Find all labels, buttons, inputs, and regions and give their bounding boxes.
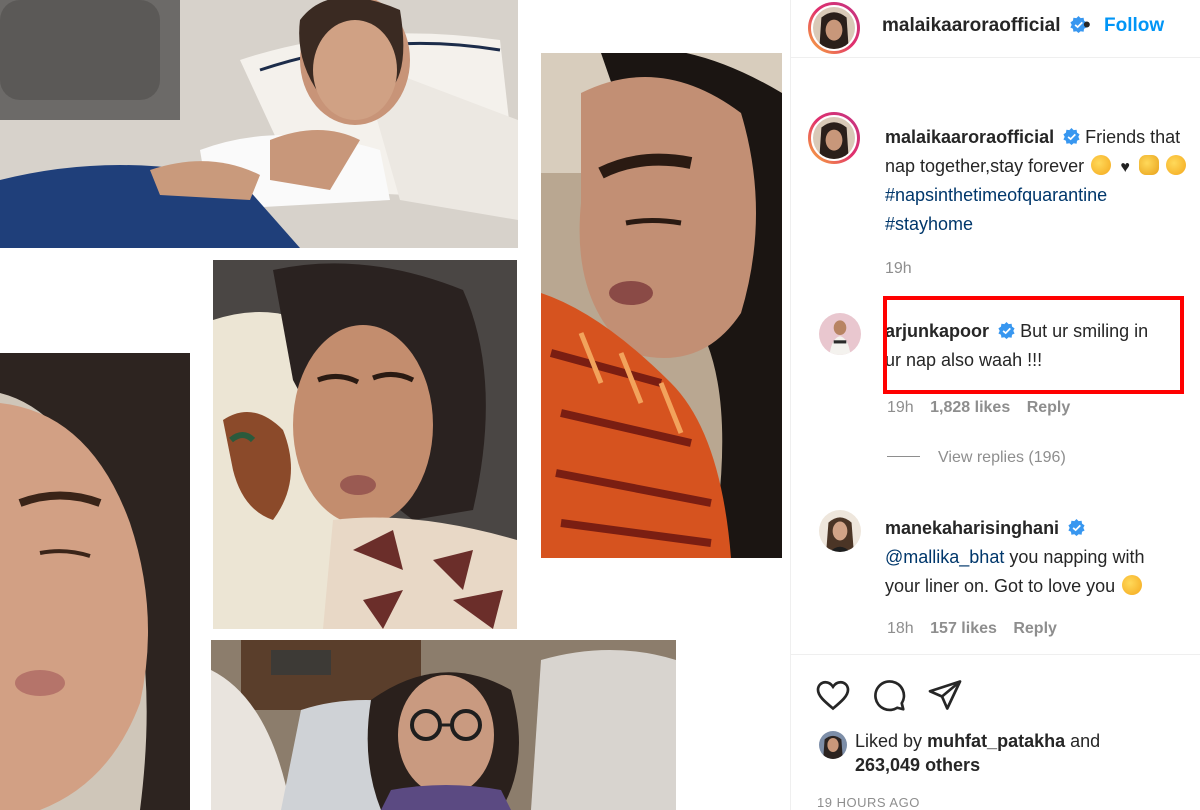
comment-timestamp: 18h xyxy=(887,620,914,637)
comment-line-1: you napping with xyxy=(1009,547,1145,567)
avatar-image xyxy=(813,7,855,49)
hashtag-link[interactable]: #napsinthetimeofquarantine xyxy=(885,181,1200,210)
author-avatar[interactable] xyxy=(808,2,860,54)
share-icon xyxy=(928,680,962,710)
view-replies-button[interactable]: View replies (196) xyxy=(887,449,1066,467)
liked-by-prefix: Liked by xyxy=(855,731,923,751)
caption-username[interactable]: malaikaaroraofficial xyxy=(885,127,1054,147)
like-button[interactable] xyxy=(815,677,851,713)
caption-line-2: nap together,stay forever xyxy=(885,156,1085,176)
heart-icon xyxy=(816,680,850,711)
verified-icon xyxy=(1068,519,1085,536)
comment-icon xyxy=(874,680,906,712)
commenter-avatar[interactable] xyxy=(819,313,861,355)
comment-likes[interactable]: 1,828 likes xyxy=(930,399,1010,416)
caption-text: malaikaaroraofficial Friends that nap to… xyxy=(885,123,1200,239)
liked-by-and: and xyxy=(1070,731,1101,751)
avatar-image xyxy=(813,117,855,159)
reply-button[interactable]: Reply xyxy=(1027,399,1071,416)
reply-button[interactable]: Reply xyxy=(1013,620,1057,637)
smiling-face-emoji-icon xyxy=(1091,155,1112,175)
cat-face-emoji-icon xyxy=(1139,155,1160,175)
liked-by-user[interactable]: muhfat_patakha xyxy=(927,731,1065,751)
photo-collage xyxy=(0,0,790,810)
collage-photo-2 xyxy=(541,53,782,558)
author-username-text[interactable]: malaikaaroraofficial xyxy=(882,15,1060,36)
avatar-image xyxy=(819,313,861,355)
caption-timestamp: 19h xyxy=(885,260,912,277)
liked-by-text: Liked by muhfat_patakha and xyxy=(855,727,1100,755)
caption-line-1: Friends that xyxy=(1085,127,1181,147)
collage-photo-4 xyxy=(0,353,190,810)
black-heart-emoji-icon: ♥ xyxy=(1120,159,1130,176)
verified-icon xyxy=(1063,128,1080,145)
avatar-image xyxy=(819,510,861,552)
avatar-image xyxy=(819,731,847,759)
collage-photo-1 xyxy=(0,0,518,248)
post-actions: Liked by muhfat_patakha and 263,049 othe… xyxy=(791,654,1200,810)
commenter-avatar[interactable] xyxy=(819,510,861,552)
liker-avatar[interactable] xyxy=(819,731,847,759)
comment-timestamp: 19h xyxy=(887,399,914,416)
comment-meta: 19h 1,828 likes Reply xyxy=(887,399,1082,417)
caption-avatar[interactable] xyxy=(808,112,860,164)
post-timestamp: 19 HOURS AGO xyxy=(817,795,920,810)
view-replies-label[interactable]: View replies (196) xyxy=(938,449,1066,466)
liked-by-count[interactable]: 263,049 others xyxy=(855,755,980,776)
collage-photo-3 xyxy=(213,260,517,629)
comment-username[interactable]: manekaharisinghani xyxy=(885,518,1059,538)
post-sidebar: malaikaaroraofficial • Follow malaikaaro… xyxy=(791,0,1200,810)
liked-by: Liked by muhfat_patakha and 263,049 othe… xyxy=(791,727,1200,787)
mention-link[interactable]: @mallika_bhat xyxy=(885,547,1004,567)
follow-button[interactable]: Follow xyxy=(1104,15,1164,37)
collage-photo-5 xyxy=(211,640,676,810)
comment-meta: 18h 157 likes Reply xyxy=(887,620,1069,638)
comment-likes[interactable]: 157 likes xyxy=(930,620,997,637)
post-header: malaikaaroraofficial • Follow xyxy=(791,0,1200,58)
separator-dot: • xyxy=(1083,12,1091,37)
comment-text: manekaharisinghani @mallika_bhat you nap… xyxy=(885,514,1190,601)
highlight-box xyxy=(883,296,1184,394)
kissing-face-emoji-icon xyxy=(1166,155,1187,175)
share-button[interactable] xyxy=(927,677,963,713)
hashtag-link[interactable]: #stayhome xyxy=(885,210,1200,239)
comment-line-2: your liner on. Got to love you xyxy=(885,576,1116,596)
author-username[interactable]: malaikaaroraofficial xyxy=(882,15,1087,37)
view-replies-line xyxy=(887,456,920,457)
comment-button[interactable] xyxy=(871,677,907,713)
kissing-face-emoji-icon xyxy=(1122,575,1143,595)
